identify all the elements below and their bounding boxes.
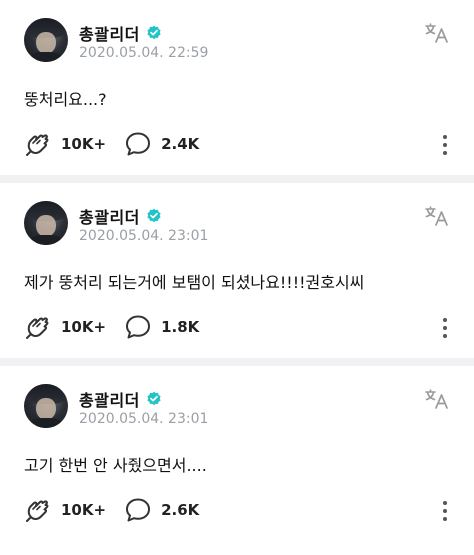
author-name[interactable]: 총괄리더 — [79, 204, 140, 228]
verified-badge-icon — [147, 391, 161, 406]
comment-count: 1.8K — [161, 318, 200, 336]
author-name[interactable]: 총괄리더 — [79, 21, 140, 45]
post-text: 뚱처리요...? — [24, 90, 107, 109]
post-timestamp: 2020.05.04. 23:01 — [79, 411, 209, 427]
avatar[interactable] — [24, 18, 68, 62]
like-hand-icon — [26, 500, 49, 522]
avatar-face — [36, 215, 56, 237]
like-count: 10K+ — [61, 135, 107, 153]
post-text: 고기 한번 안 사줬으면서.... — [24, 456, 207, 475]
post-feed: 총괄리더 2020.05.04. 22:59 뚱처리요...? 10K+ 2.4… — [0, 0, 474, 541]
post-actions: 10K+ 2.6K — [24, 496, 217, 524]
post-timestamp: 2020.05.04. 23:01 — [79, 228, 209, 244]
comment-button[interactable]: 2.4K — [124, 130, 199, 158]
like-count: 10K+ — [61, 318, 107, 336]
avatar-face — [36, 32, 56, 54]
comment-bubble-icon — [126, 315, 151, 339]
post-actions: 10K+ 1.8K — [24, 313, 217, 341]
verified-badge-icon — [147, 208, 161, 223]
comment-bubble-icon — [126, 132, 151, 156]
post-timestamp: 2020.05.04. 22:59 — [79, 45, 209, 61]
more-vertical-icon[interactable] — [442, 500, 448, 522]
author-name[interactable]: 총괄리더 — [79, 387, 140, 411]
author-row: 총괄리더 — [79, 21, 162, 45]
post-card[interactable]: 총괄리더 2020.05.04. 23:01 제가 뚱처리 되는거에 보탬이 되… — [0, 183, 474, 358]
more-vertical-icon[interactable] — [442, 317, 448, 339]
comment-bubble-icon — [126, 498, 151, 522]
like-button[interactable]: 10K+ — [24, 496, 106, 524]
avatar-face — [36, 398, 56, 420]
like-button[interactable]: 10K+ — [24, 313, 106, 341]
post-separator — [0, 358, 474, 366]
post-card[interactable]: 총괄리더 2020.05.04. 23:01 고기 한번 안 사줬으면서....… — [0, 366, 474, 541]
translate-icon[interactable] — [424, 22, 450, 44]
author-row: 총괄리더 — [79, 387, 162, 411]
comment-count: 2.4K — [161, 135, 200, 153]
post-actions: 10K+ 2.4K — [24, 130, 217, 158]
like-count: 10K+ — [61, 501, 107, 519]
avatar-collar — [30, 235, 62, 245]
post-text: 제가 뚱처리 되는거에 보탬이 되셨나요!!!!권호시씨 — [24, 273, 365, 292]
like-hand-icon — [26, 134, 49, 156]
avatar[interactable] — [24, 201, 68, 245]
translate-icon[interactable] — [424, 205, 450, 227]
like-hand-icon — [26, 317, 49, 339]
translate-icon[interactable] — [424, 388, 450, 410]
like-button[interactable]: 10K+ — [24, 130, 106, 158]
comment-button[interactable]: 1.8K — [124, 313, 199, 341]
avatar-collar — [30, 418, 62, 428]
post-card[interactable]: 총괄리더 2020.05.04. 22:59 뚱처리요...? 10K+ 2.4… — [0, 0, 474, 175]
comment-button[interactable]: 2.6K — [124, 496, 199, 524]
verified-badge-icon — [147, 25, 161, 40]
avatar-collar — [30, 52, 62, 62]
author-row: 총괄리더 — [79, 204, 162, 228]
post-separator — [0, 175, 474, 183]
avatar[interactable] — [24, 384, 68, 428]
comment-count: 2.6K — [161, 501, 200, 519]
more-vertical-icon[interactable] — [442, 134, 448, 156]
